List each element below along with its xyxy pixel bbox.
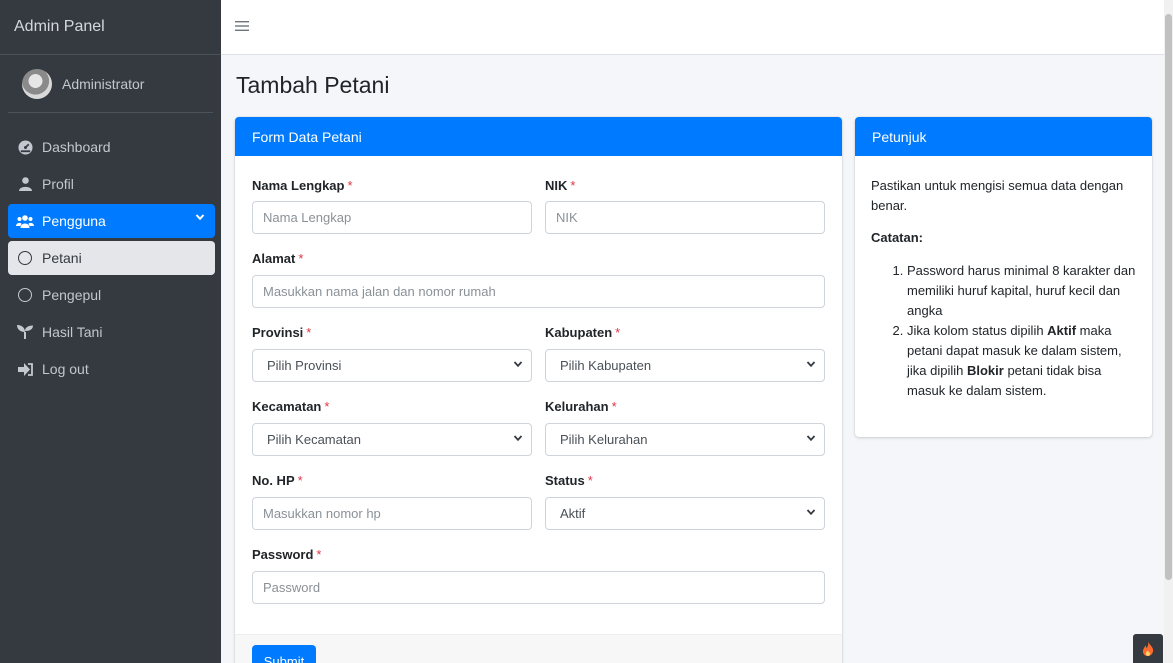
chevron-down-icon: [513, 359, 523, 372]
kabupaten-label: Kabupaten *: [545, 325, 621, 340]
circle-icon: [16, 251, 34, 265]
sidebar-item-label: Pengepul: [42, 287, 102, 303]
help-card-header: Petunjuk: [855, 117, 1152, 156]
sidebar: Admin Panel Administrator Dashboard Prof…: [0, 0, 221, 663]
chevron-down-icon: [806, 507, 816, 520]
provinsi-label: Provinsi *: [252, 325, 312, 340]
brand-logo[interactable]: Admin Panel: [0, 0, 221, 55]
kabupaten-select-value: Pilih Kabupaten: [560, 358, 652, 373]
nik-label: NIK *: [545, 178, 576, 193]
kelurahan-select[interactable]: Pilih Kelurahan: [545, 423, 825, 456]
alamat-input[interactable]: Masukkan nama jalan dan nomor rumah: [252, 275, 825, 308]
sidebar-item-label: Log out: [42, 361, 89, 377]
help-body: Pastikan untuk mengisi semua data dengan…: [855, 156, 1152, 401]
page-scrollbar[interactable]: [1164, 0, 1173, 663]
password-label: Password *: [252, 547, 322, 562]
note-item: Password harus minimal 8 karakter dan me…: [907, 261, 1136, 321]
sidebar-item-petani[interactable]: Petani: [8, 241, 215, 275]
sidebar-item-label: Petani: [42, 250, 82, 266]
sidebar-nav: Dashboard Profil Pengguna Petani Pengepu…: [0, 113, 221, 386]
help-card: Petunjuk Pastikan untuk mengisi semua da…: [855, 117, 1152, 437]
sidebar-item-pengepul[interactable]: Pengepul: [8, 278, 215, 312]
form-card-footer: Submit: [235, 634, 842, 663]
avatar: [22, 68, 52, 99]
circle-icon: [16, 288, 34, 302]
note-item: Jika kolom status dipilih Aktif maka pet…: [907, 321, 1136, 401]
kecamatan-select-value: Pilih Kecamatan: [267, 432, 361, 447]
user-panel[interactable]: Administrator: [8, 55, 213, 113]
scrollbar-thumb[interactable]: [1165, 14, 1172, 580]
provinsi-select[interactable]: Pilih Provinsi: [252, 349, 532, 382]
page-title: Tambah Petani: [236, 72, 390, 98]
top-navbar: [221, 0, 1164, 55]
provinsi-select-value: Pilih Provinsi: [267, 358, 342, 373]
submit-button[interactable]: Submit: [252, 645, 316, 663]
hp-label: No. HP *: [252, 473, 303, 488]
password-input[interactable]: Password: [252, 571, 825, 604]
nik-input[interactable]: NIK: [545, 201, 825, 234]
form-card-header: Form Data Petani: [235, 117, 842, 156]
nama-input[interactable]: Nama Lengkap: [252, 201, 532, 234]
sidebar-item-dashboard[interactable]: Dashboard: [8, 130, 215, 164]
kabupaten-select[interactable]: Pilih Kabupaten: [545, 349, 825, 382]
nama-label: Nama Lengkap *: [252, 178, 353, 193]
kecamatan-select[interactable]: Pilih Kecamatan: [252, 423, 532, 456]
seedling-icon: [16, 325, 34, 339]
users-icon: [16, 214, 34, 228]
sidebar-item-hasil-tani[interactable]: Hasil Tani: [8, 315, 215, 349]
notes-list: Password harus minimal 8 karakter dan me…: [871, 261, 1136, 401]
flame-icon[interactable]: [1133, 634, 1163, 663]
sidebar-item-pengguna[interactable]: Pengguna: [8, 204, 215, 238]
chevron-down-icon: [806, 359, 816, 372]
chevron-down-icon: [513, 433, 523, 446]
alamat-label: Alamat *: [252, 251, 304, 266]
sidebar-item-profil[interactable]: Profil: [8, 167, 215, 201]
sidebar-item-label: Pengguna: [42, 213, 106, 229]
sidebar-item-logout[interactable]: Log out: [8, 352, 215, 386]
chevron-down-icon: [195, 212, 205, 225]
chevron-down-icon: [806, 433, 816, 446]
kecamatan-label: Kecamatan *: [252, 399, 330, 414]
sidebar-item-label: Hasil Tani: [42, 324, 103, 340]
tachometer-icon: [16, 139, 34, 155]
hp-input[interactable]: Masukkan nomor hp: [252, 497, 532, 530]
notes-title: Catatan:: [871, 230, 924, 245]
kelurahan-label: Kelurahan *: [545, 399, 617, 414]
status-select[interactable]: Aktif: [545, 497, 825, 530]
status-select-value: Aktif: [560, 506, 586, 521]
user-icon: [16, 177, 34, 191]
status-label: Status *: [545, 473, 593, 488]
sidebar-item-label: Profil: [42, 176, 74, 192]
sign-out-icon: [16, 362, 34, 376]
kelurahan-select-value: Pilih Kelurahan: [560, 432, 648, 447]
help-intro: Pastikan untuk mengisi semua data dengan…: [871, 178, 1124, 213]
menu-toggle-icon[interactable]: [235, 17, 249, 37]
form-card: Form Data Petani Nama Lengkap * Nama Leng…: [235, 117, 842, 663]
sidebar-item-label: Dashboard: [42, 139, 111, 155]
user-name[interactable]: Administrator: [62, 76, 144, 92]
